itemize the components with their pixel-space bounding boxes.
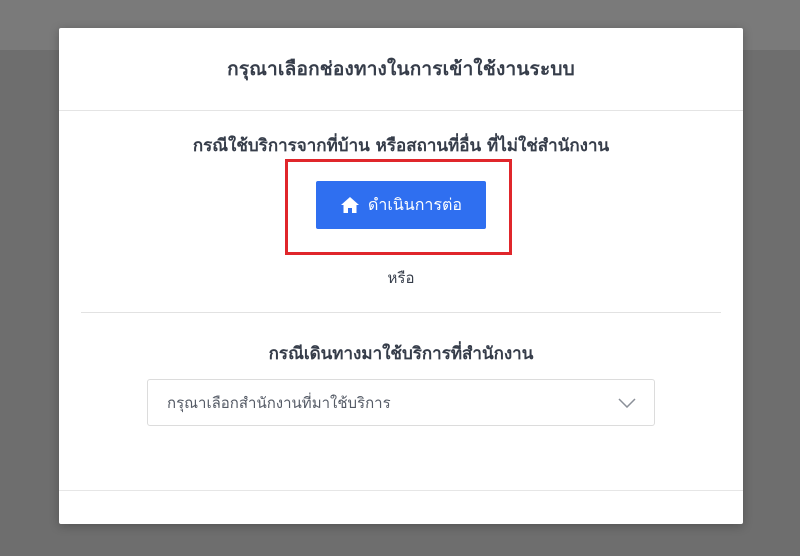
modal-title: กรุณาเลือกช่องทางในการเข้าใช้งานระบบ xyxy=(227,58,575,80)
home-icon xyxy=(340,196,360,214)
modal-footer-divider xyxy=(59,490,743,491)
modal-header: กรุณาเลือกช่องทางในการเข้าใช้งานระบบ xyxy=(59,28,743,111)
office-select-dropdown[interactable]: กรุณาเลือกสำนักงานที่มาใช้บริการ xyxy=(147,379,655,426)
office-section-heading: กรณีเดินทางมาใช้บริการที่สำนักงาน xyxy=(268,344,534,364)
continue-button[interactable]: ดำเนินการต่อ xyxy=(316,181,486,229)
continue-button-label: ดำเนินการต่อ xyxy=(368,194,462,214)
access-channel-modal: กรุณาเลือกช่องทางในการเข้าใช้งานระบบ กรณ… xyxy=(59,28,743,524)
section-divider xyxy=(81,312,721,313)
home-section-heading: กรณีใช้บริการจากที่บ้าน หรือสถานที่อื่น … xyxy=(192,136,610,156)
or-separator-text: หรือ xyxy=(387,269,415,287)
office-select-placeholder: กรุณาเลือกสำนักงานที่มาใช้บริการ xyxy=(167,393,391,412)
chevron-down-icon xyxy=(618,397,636,408)
